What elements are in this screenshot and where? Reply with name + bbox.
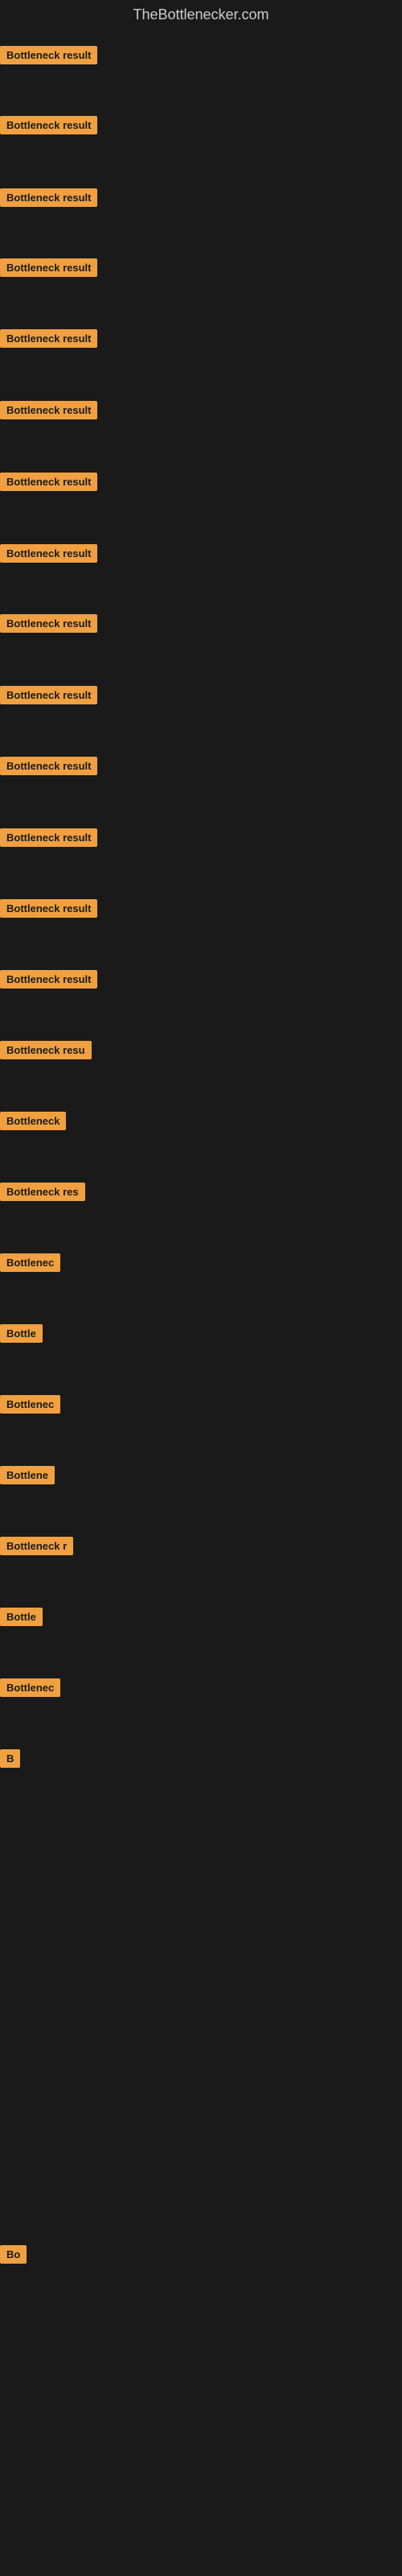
- bottleneck-item: Bottleneck res: [0, 1183, 85, 1205]
- bottleneck-badge[interactable]: Bottleneck result: [0, 970, 97, 989]
- bottleneck-item: Bottlenec: [0, 1678, 60, 1701]
- bottleneck-item: Bottleneck result: [0, 116, 97, 138]
- bottleneck-item: Bottleneck result: [0, 828, 97, 851]
- site-title-text: TheBottlenecker.com: [133, 6, 269, 23]
- bottleneck-item: Bottlenec: [0, 1395, 60, 1418]
- bottleneck-item: Bottleneck r: [0, 1537, 73, 1559]
- bottleneck-item: Bottleneck result: [0, 970, 97, 993]
- bottleneck-item: Bottleneck result: [0, 757, 97, 779]
- bottleneck-badge[interactable]: Bottleneck resu: [0, 1041, 92, 1059]
- bottleneck-badge[interactable]: Bottleneck result: [0, 899, 97, 918]
- bottleneck-item: Bottleneck result: [0, 188, 97, 211]
- bottleneck-item: Bottleneck result: [0, 614, 97, 637]
- bottleneck-item: Bottleneck result: [0, 258, 97, 281]
- bottleneck-item: Bottleneck resu: [0, 1041, 92, 1063]
- bottleneck-badge[interactable]: Bo: [0, 2245, 27, 2264]
- site-title: TheBottlenecker.com: [0, 0, 402, 30]
- bottleneck-item: Bottleneck result: [0, 329, 97, 352]
- bottleneck-badge[interactable]: Bottleneck result: [0, 828, 97, 847]
- bottleneck-badge[interactable]: Bottleneck result: [0, 116, 97, 134]
- bottleneck-item: Bottle: [0, 1324, 43, 1347]
- bottleneck-badge[interactable]: Bottleneck result: [0, 757, 97, 775]
- bottleneck-item: Bottle: [0, 1608, 43, 1630]
- bottleneck-item: Bottleneck result: [0, 401, 97, 423]
- bottleneck-item: Bottleneck result: [0, 473, 97, 495]
- bottleneck-badge[interactable]: Bottleneck result: [0, 188, 97, 207]
- bottleneck-badge[interactable]: Bottleneck result: [0, 258, 97, 277]
- bottleneck-badge[interactable]: B: [0, 1749, 20, 1768]
- bottleneck-item: B: [0, 1749, 20, 1772]
- bottleneck-badge[interactable]: Bottleneck result: [0, 686, 97, 704]
- bottleneck-badge[interactable]: Bottlenec: [0, 1395, 60, 1414]
- bottleneck-item: Bottleneck result: [0, 544, 97, 567]
- bottleneck-badge[interactable]: Bottlenec: [0, 1253, 60, 1272]
- bottleneck-badge[interactable]: Bottleneck res: [0, 1183, 85, 1201]
- bottleneck-badge[interactable]: Bottleneck result: [0, 473, 97, 491]
- bottleneck-badge[interactable]: Bottleneck result: [0, 614, 97, 633]
- bottleneck-badge[interactable]: Bottleneck r: [0, 1537, 73, 1555]
- bottleneck-badge[interactable]: Bottlene: [0, 1466, 55, 1484]
- bottleneck-badge[interactable]: Bottleneck: [0, 1112, 66, 1130]
- bottleneck-badge[interactable]: Bottleneck result: [0, 544, 97, 563]
- bottleneck-badge[interactable]: Bottle: [0, 1608, 43, 1626]
- bottleneck-badge[interactable]: Bottleneck result: [0, 401, 97, 419]
- bottleneck-item: Bottleneck result: [0, 899, 97, 922]
- bottleneck-item: Bottlene: [0, 1466, 55, 1488]
- bottleneck-badge[interactable]: Bottleneck result: [0, 46, 97, 64]
- bottleneck-badge[interactable]: Bottlenec: [0, 1678, 60, 1697]
- bottleneck-item: Bottleneck result: [0, 686, 97, 708]
- bottleneck-badge[interactable]: Bottleneck result: [0, 329, 97, 348]
- bottleneck-badge[interactable]: Bottle: [0, 1324, 43, 1343]
- bottleneck-item: Bottleneck: [0, 1112, 66, 1134]
- bottleneck-item: Bo: [0, 2245, 27, 2268]
- bottleneck-item: Bottlenec: [0, 1253, 60, 1276]
- bottleneck-item: Bottleneck result: [0, 46, 97, 68]
